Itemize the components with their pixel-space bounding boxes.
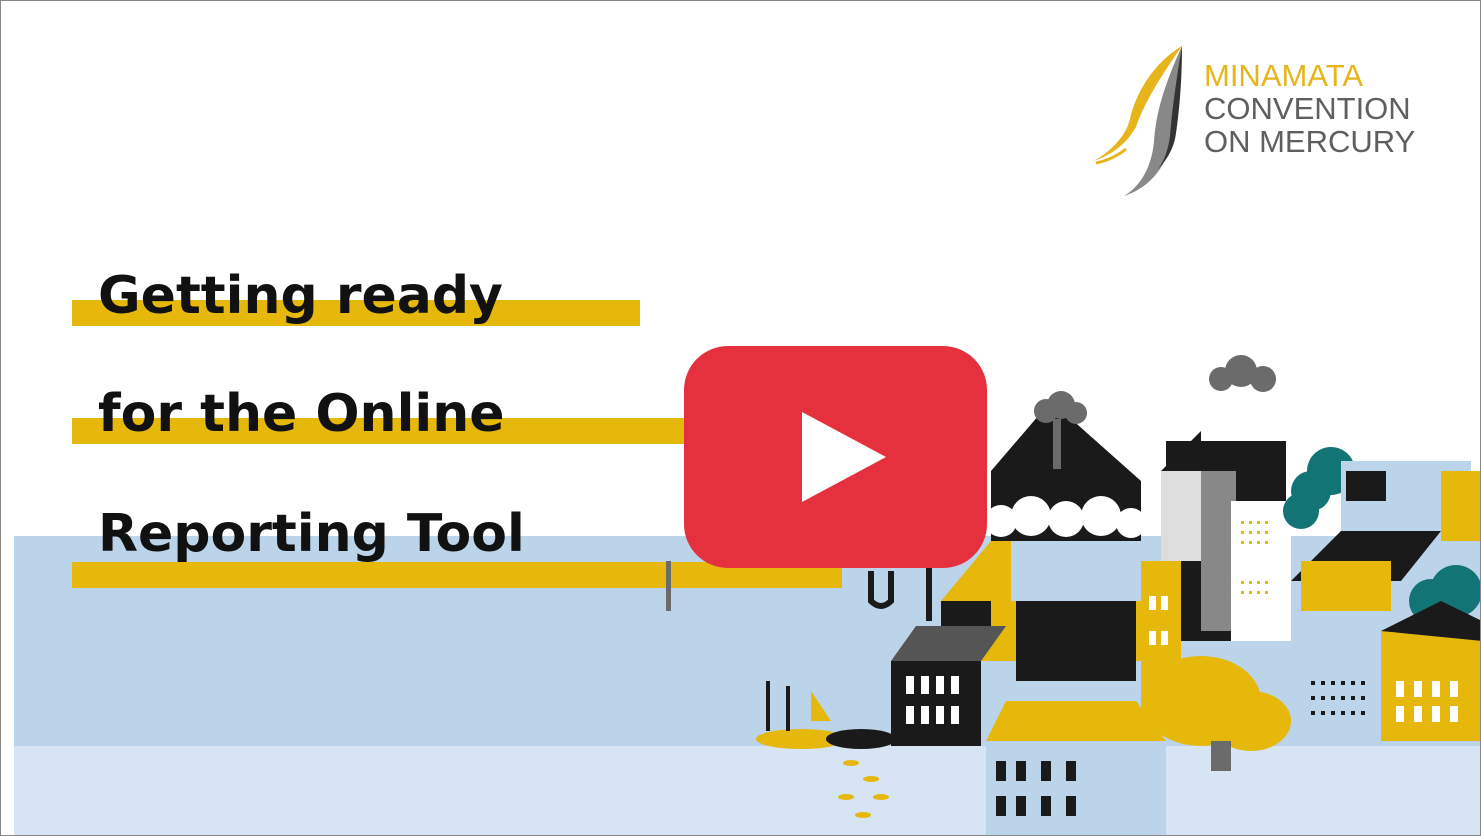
logo-line-2: CONVENTION — [1204, 91, 1411, 126]
video-thumbnail[interactable]: MINAMATA CONVENTION ON MERCURY Getting r… — [0, 0, 1481, 836]
play-button[interactable] — [684, 346, 987, 568]
title-text-2: for the Online — [98, 384, 505, 444]
title-text-1: Getting ready — [98, 266, 503, 326]
logo-line-1: MINAMATA — [1204, 58, 1364, 93]
play-icon — [802, 412, 886, 502]
logo-line-3: ON MERCURY — [1204, 124, 1416, 159]
logo-wordmark: MINAMATA CONVENTION ON MERCURY — [1204, 59, 1415, 158]
left-margin — [1, 1, 14, 835]
title-text-3: Reporting Tool — [98, 504, 525, 564]
